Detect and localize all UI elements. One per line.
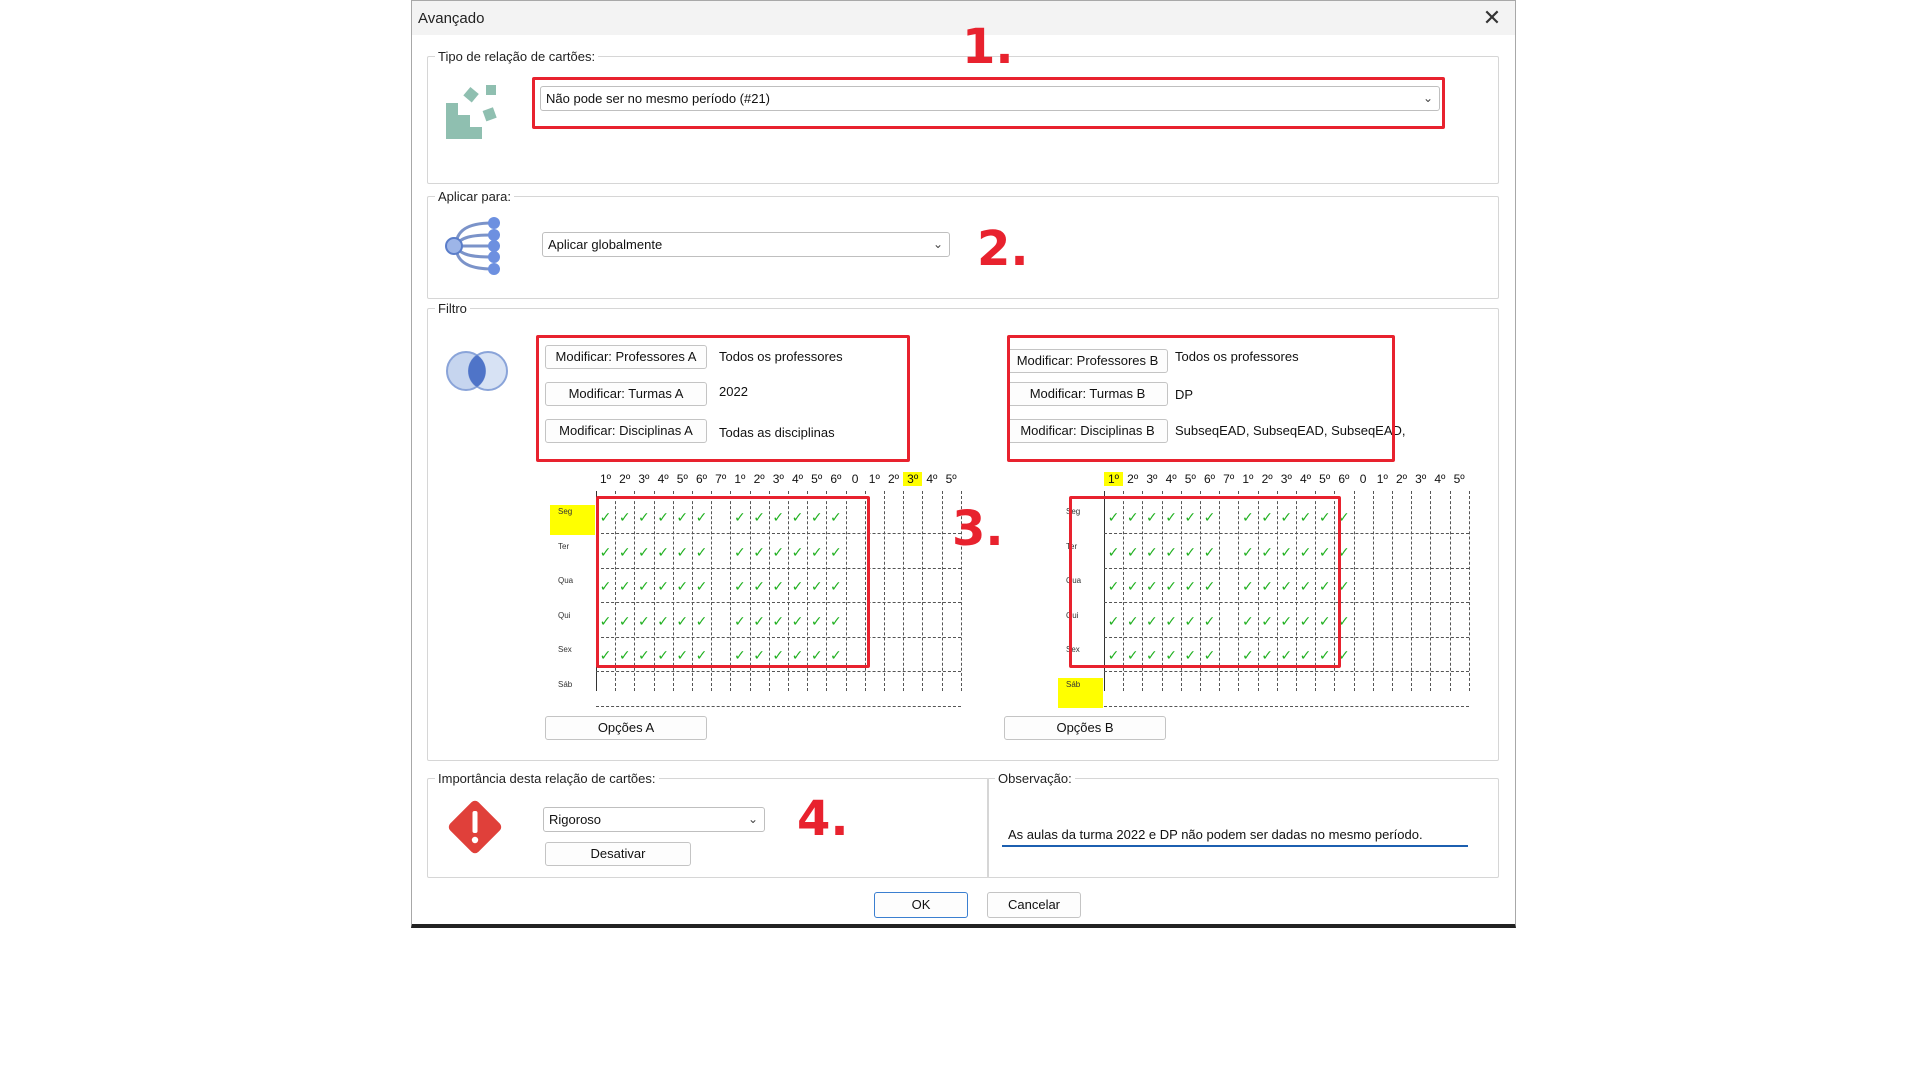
day-label: Sáb <box>558 679 573 689</box>
day-label: Sáb <box>1058 677 1103 708</box>
period-header: 7º <box>715 472 727 486</box>
grid-vline <box>922 491 924 691</box>
cards-shape-icon <box>446 85 497 139</box>
day-label: Ter <box>558 541 570 551</box>
period-header: 4º <box>1299 472 1312 486</box>
observation-label: Observação: <box>995 771 1075 786</box>
importance-label: Importância desta relação de cartões: <box>435 771 659 786</box>
period-header: 4º <box>1434 472 1446 486</box>
period-header: 1º <box>734 472 746 486</box>
period-header: 6º <box>1203 472 1216 486</box>
card-type-label: Tipo de relação de cartões: <box>435 49 599 64</box>
apply-selected: Aplicar globalmente <box>548 237 663 252</box>
period-header: 1º <box>1376 472 1388 486</box>
tree-nodes-icon <box>445 217 500 275</box>
period-header: 5º <box>811 472 823 486</box>
apply-select[interactable]: Aplicar globalmente ⌄ <box>542 232 950 257</box>
period-header: 0 <box>1359 472 1367 486</box>
warning-diamond-icon <box>448 800 502 854</box>
period-header: 2º <box>1127 472 1139 486</box>
annotation-box-grid-b <box>1069 496 1341 668</box>
grid-vline <box>884 491 885 691</box>
period-header: 5º <box>1184 472 1196 486</box>
period-header: 3º <box>1146 472 1158 486</box>
period-header: 3º <box>903 472 923 486</box>
grid-vline <box>1430 491 1432 691</box>
period-header: 6º <box>830 472 842 486</box>
observation-input[interactable]: As aulas da turma 2022 e DP não podem se… <box>1002 822 1468 847</box>
period-header: 5º <box>1319 472 1331 486</box>
period-header: 4º <box>1165 472 1177 486</box>
options-b-button[interactable]: Opções B <box>1004 716 1166 740</box>
options-a-button[interactable]: Opções A <box>545 716 707 740</box>
period-header: 7º <box>1223 472 1235 486</box>
advanced-dialog: Avançado ✕ Tipo de relação de cartões: N… <box>411 0 1516 928</box>
apply-label: Aplicar para: <box>435 189 514 204</box>
grid-vline <box>941 491 943 691</box>
grid-vline <box>1392 491 1393 691</box>
annotation-label-2: 2. <box>977 221 1029 277</box>
grid-hline <box>596 705 961 707</box>
grid-vline <box>1468 491 1470 691</box>
period-header: 2º <box>887 472 900 486</box>
period-header: 2º <box>753 472 765 486</box>
venn-diagram-icon <box>446 351 508 391</box>
period-header: 5º <box>1453 472 1465 486</box>
period-header: 3º <box>772 472 784 486</box>
period-header: 1º <box>1104 472 1123 486</box>
annotation-label-1: 1. <box>962 19 1014 75</box>
day-label: Seg <box>550 505 595 535</box>
chevron-down-icon: ⌄ <box>747 812 758 826</box>
importance-selected: Rigoroso <box>549 812 602 827</box>
period-header: 0 <box>851 472 859 486</box>
annotation-label-3: 3. <box>952 501 1004 557</box>
period-header: 3º <box>1415 472 1427 486</box>
day-label: Qua <box>558 576 574 585</box>
period-header: 1º <box>868 472 880 486</box>
period-header: 4º <box>791 472 804 486</box>
filter-label: Filtro <box>435 301 470 316</box>
period-header: 3º <box>638 472 650 486</box>
annotation-box-1 <box>532 77 1445 129</box>
close-icon[interactable]: ✕ <box>1477 3 1507 33</box>
grid-vline <box>903 491 905 691</box>
grid-vline <box>1411 491 1413 691</box>
cancel-button[interactable]: Cancelar <box>987 892 1081 918</box>
grid-vline <box>1353 491 1355 691</box>
grid-hline <box>596 671 961 672</box>
grid-vline <box>1372 491 1374 691</box>
period-header: 2º <box>619 472 631 486</box>
period-header: 2º <box>1395 472 1408 486</box>
grid-vline <box>1449 491 1451 691</box>
annotation-box-filter-a <box>536 335 910 462</box>
period-header: 4º <box>657 472 669 486</box>
period-header: 5º <box>676 472 688 486</box>
period-header: 1º <box>599 472 612 486</box>
window-title: Avançado <box>418 10 485 27</box>
period-header: 6º <box>695 472 708 486</box>
ok-button[interactable]: OK <box>874 892 968 918</box>
grid-hline <box>1104 705 1469 707</box>
annotation-label-4: 4. <box>797 791 849 847</box>
day-label: Sex <box>558 645 572 654</box>
grid-hline <box>1104 671 1469 672</box>
day-label: Qui <box>558 610 571 620</box>
period-header: 2º <box>1261 472 1273 486</box>
period-header: 4º <box>926 472 938 486</box>
deactivate-button[interactable]: Desativar <box>545 842 691 866</box>
chevron-down-icon: ⌄ <box>932 237 943 251</box>
annotation-box-filter-b <box>1007 335 1395 462</box>
period-header: 3º <box>1280 472 1292 486</box>
period-header: 5º <box>945 472 957 486</box>
period-header: 1º <box>1242 472 1254 486</box>
period-header: 6º <box>1338 472 1350 486</box>
annotation-box-grid-a <box>596 496 870 668</box>
importance-select[interactable]: Rigoroso ⌄ <box>543 807 765 832</box>
